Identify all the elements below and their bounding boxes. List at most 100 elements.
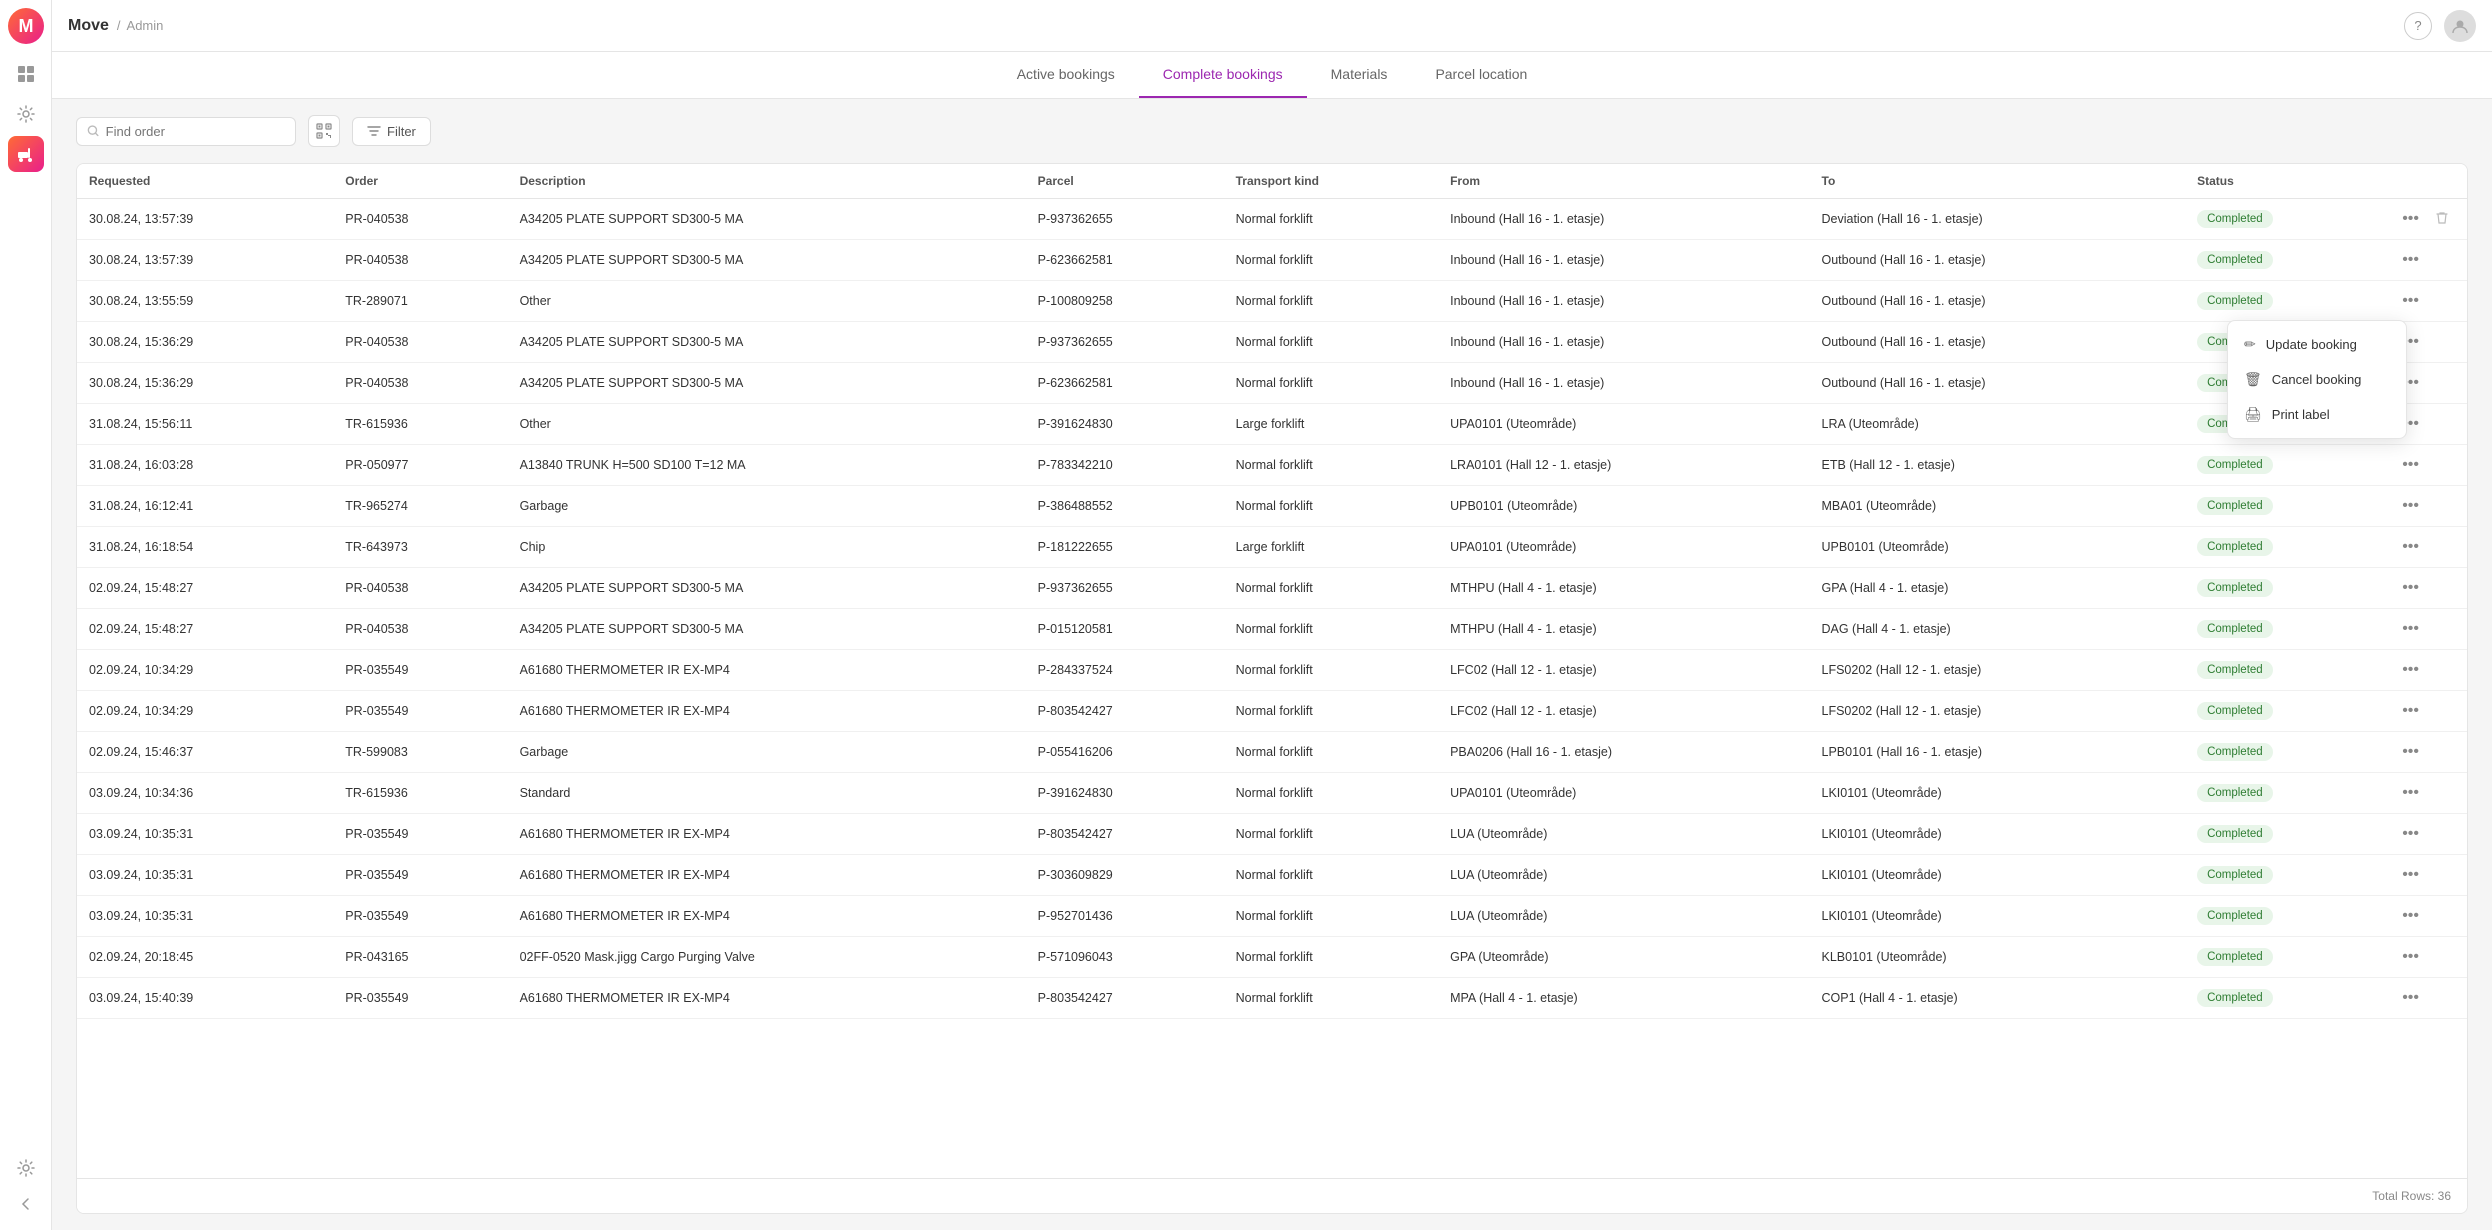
tab-materials[interactable]: Materials — [1307, 52, 1412, 98]
cell-from: Inbound (Hall 16 - 1. etasje) — [1438, 199, 1809, 240]
row-menu-button[interactable]: ••• — [2396, 659, 2425, 681]
cell-to: DAG (Hall 4 - 1. etasje) — [1810, 609, 2186, 650]
app-logo[interactable]: M — [8, 8, 44, 44]
cell-order: TR-965274 — [333, 486, 507, 527]
cell-status: Completed — [2185, 445, 2384, 486]
status-badge: Completed — [2197, 702, 2273, 720]
row-menu-button[interactable]: ••• — [2396, 249, 2425, 271]
cell-order: PR-050977 — [333, 445, 507, 486]
row-menu-button[interactable]: ••• — [2396, 905, 2425, 927]
row-menu-button[interactable]: ••• — [2396, 536, 2425, 558]
table-row: 02.09.24, 10:34:29PR-035549A61680 THERMO… — [77, 650, 2467, 691]
cell-status: Completed — [2185, 199, 2384, 240]
svg-text:M: M — [18, 16, 33, 36]
status-badge: Completed — [2197, 456, 2273, 474]
row-menu-button[interactable]: ••• — [2396, 290, 2425, 312]
row-menu-button[interactable]: ••• — [2396, 618, 2425, 640]
table-scroll-area[interactable]: Requested Order Description Parcel Trans… — [77, 164, 2467, 1178]
row-menu-button[interactable]: ••• — [2396, 700, 2425, 722]
cell-description: A34205 PLATE SUPPORT SD300-5 MA — [508, 240, 1026, 281]
cell-order: PR-035549 — [333, 896, 507, 937]
cell-description: A61680 THERMOMETER IR EX-MP4 — [508, 978, 1026, 1019]
tab-complete-bookings[interactable]: Complete bookings — [1139, 52, 1307, 98]
row-menu-button[interactable]: ••• — [2396, 495, 2425, 517]
col-to: To — [1810, 164, 2186, 199]
search-box[interactable] — [76, 117, 296, 146]
search-input[interactable] — [106, 124, 285, 139]
context-menu-update[interactable]: ✏ Update booking — [2228, 327, 2406, 362]
content-area: Filter Requested Order Description Parce… — [52, 99, 2492, 1230]
cell-status: Completed — [2185, 691, 2384, 732]
status-badge: Completed — [2197, 620, 2273, 638]
table-row: 31.08.24, 16:18:54TR-643973ChipP-1812226… — [77, 527, 2467, 568]
row-menu-button[interactable]: ••• — [2396, 946, 2425, 968]
cell-requested: 02.09.24, 20:18:45 — [77, 937, 333, 978]
cell-order: PR-040538 — [333, 568, 507, 609]
cell-requested: 31.08.24, 16:12:41 — [77, 486, 333, 527]
help-icon[interactable]: ? — [2404, 12, 2432, 40]
table-row: 31.08.24, 16:12:41TR-965274GarbageP-3864… — [77, 486, 2467, 527]
cell-transport: Normal forklift — [1224, 814, 1438, 855]
cell-to: LFS0202 (Hall 12 - 1. etasje) — [1810, 691, 2186, 732]
forklift-icon[interactable] — [8, 136, 44, 172]
cell-requested: 03.09.24, 10:35:31 — [77, 896, 333, 937]
cell-order: PR-040538 — [333, 199, 507, 240]
cell-transport: Normal forklift — [1224, 937, 1438, 978]
cell-from: GPA (Uteområde) — [1438, 937, 1809, 978]
tab-parcel-location[interactable]: Parcel location — [1411, 52, 1551, 98]
row-menu-button[interactable]: ••• — [2396, 823, 2425, 845]
qr-button[interactable] — [308, 115, 340, 147]
cell-status: Completed — [2185, 855, 2384, 896]
row-menu-button[interactable]: ••• — [2396, 987, 2425, 1009]
cell-status: Completed — [2185, 937, 2384, 978]
cell-order: PR-035549 — [333, 978, 507, 1019]
row-delete-button[interactable] — [2429, 209, 2455, 230]
cell-to: Outbound (Hall 16 - 1. etasje) — [1810, 363, 2186, 404]
cell-description: A13840 TRUNK H=500 SD100 T=12 MA — [508, 445, 1026, 486]
cell-to: LKI0101 (Uteområde) — [1810, 896, 2186, 937]
status-badge: Completed — [2197, 292, 2273, 310]
col-parcel: Parcel — [1026, 164, 1224, 199]
tab-active-bookings[interactable]: Active bookings — [993, 52, 1139, 98]
row-menu-button[interactable]: ••• — [2396, 577, 2425, 599]
context-menu-cancel[interactable]: 🗑 Cancel booking — [2228, 362, 2406, 397]
cell-actions: ••• — [2384, 732, 2467, 773]
cell-from: UPA0101 (Uteområde) — [1438, 404, 1809, 445]
cell-actions: ••• — [2384, 855, 2467, 896]
row-menu-button[interactable]: ••• — [2396, 864, 2425, 886]
row-menu-button[interactable]: ••• — [2396, 454, 2425, 476]
gear-bottom-icon[interactable] — [8, 1150, 44, 1186]
cell-status: Completed — [2185, 240, 2384, 281]
cell-transport: Normal forklift — [1224, 691, 1438, 732]
cell-requested: 31.08.24, 16:03:28 — [77, 445, 333, 486]
filter-button[interactable]: Filter — [352, 117, 431, 146]
settings-icon[interactable] — [8, 96, 44, 132]
cell-order: PR-043165 — [333, 937, 507, 978]
collapse-icon[interactable] — [8, 1186, 44, 1222]
grid-icon[interactable] — [8, 56, 44, 92]
cell-order: TR-599083 — [333, 732, 507, 773]
cell-to: LPB0101 (Hall 16 - 1. etasje) — [1810, 732, 2186, 773]
cell-from: LUA (Uteområde) — [1438, 896, 1809, 937]
context-menu-print[interactable]: 🖨 Print label — [2228, 397, 2406, 432]
cell-from: UPA0101 (Uteområde) — [1438, 773, 1809, 814]
cell-parcel: P-803542427 — [1026, 978, 1224, 1019]
cell-from: LFC02 (Hall 12 - 1. etasje) — [1438, 691, 1809, 732]
qr-icon — [316, 123, 332, 139]
cell-from: LFC02 (Hall 12 - 1. etasje) — [1438, 650, 1809, 691]
table-footer: Total Rows: 36 — [77, 1178, 2467, 1213]
user-avatar[interactable] — [2444, 10, 2476, 42]
cell-to: UPB0101 (Uteområde) — [1810, 527, 2186, 568]
cell-requested: 31.08.24, 16:18:54 — [77, 527, 333, 568]
row-menu-button[interactable]: ••• — [2396, 741, 2425, 763]
cell-transport: Normal forklift — [1224, 199, 1438, 240]
cell-transport: Large forklift — [1224, 527, 1438, 568]
row-menu-button[interactable]: ••• — [2396, 208, 2425, 230]
cell-to: MBA01 (Uteområde) — [1810, 486, 2186, 527]
cell-actions: ••• — [2384, 896, 2467, 937]
cell-requested: 30.08.24, 13:55:59 — [77, 281, 333, 322]
nav-tabs: Active bookings Complete bookings Materi… — [52, 52, 2492, 99]
row-menu-button[interactable]: ••• — [2396, 782, 2425, 804]
cell-actions: ••• — [2384, 486, 2467, 527]
status-badge: Completed — [2197, 825, 2273, 843]
